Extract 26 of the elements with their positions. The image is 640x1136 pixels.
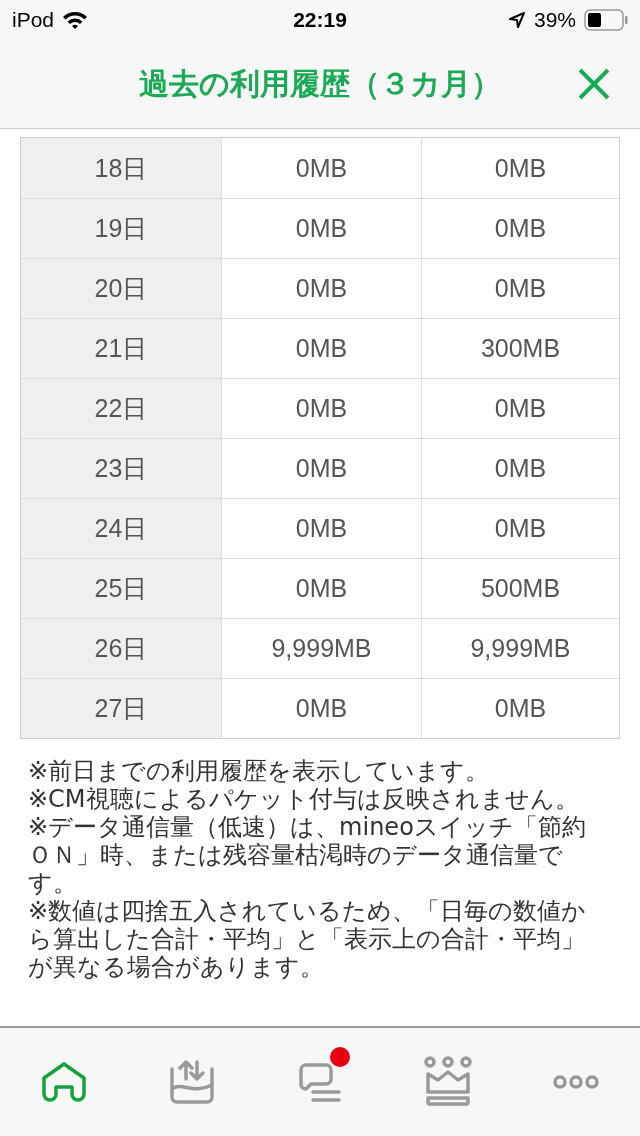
note-text: ※CM視聴によるパケット付与は反映されません。 (28, 785, 580, 813)
day-cell: 25日 (21, 559, 221, 618)
note-text: ※データ通信量（低速）は、mineoスイッチ「節約ＯＮ」時、または残容量枯渇時のデータ通信量です。 (28, 813, 587, 897)
note-text: ※数値は四捨五入されているため、「日毎の数値から算出した合計・平均」と「表示上の合計・平均」が異なる場合があります。 (28, 897, 588, 981)
day-cell: 26日 (21, 619, 221, 678)
day-cell: 20日 (21, 259, 221, 318)
location-icon (507, 11, 526, 29)
day-cell: 22日 (21, 379, 221, 438)
crown-icon (423, 1056, 473, 1108)
device-name: iPod (12, 8, 55, 32)
more-icon (553, 1074, 599, 1090)
battery-icon (584, 9, 628, 31)
day-cell: 18日 (21, 138, 221, 198)
day-cell: 27日 (21, 679, 221, 738)
page-title: 過去の利用履歴（３カ月） (139, 64, 501, 103)
transfer-icon (169, 1059, 215, 1105)
wifi-icon (62, 10, 89, 30)
day-cell: 21日 (21, 319, 221, 378)
chat-icon (297, 1062, 343, 1102)
battery-percent: 39% (533, 8, 576, 32)
day-cell: 19日 (21, 199, 221, 258)
home-icon (41, 1062, 87, 1102)
note-text: ※前日までの利用履歴を表示しています。 (28, 757, 491, 785)
clock: 22:19 (293, 8, 347, 32)
day-cell: 23日 (21, 439, 221, 498)
day-cell: 24日 (21, 499, 221, 558)
